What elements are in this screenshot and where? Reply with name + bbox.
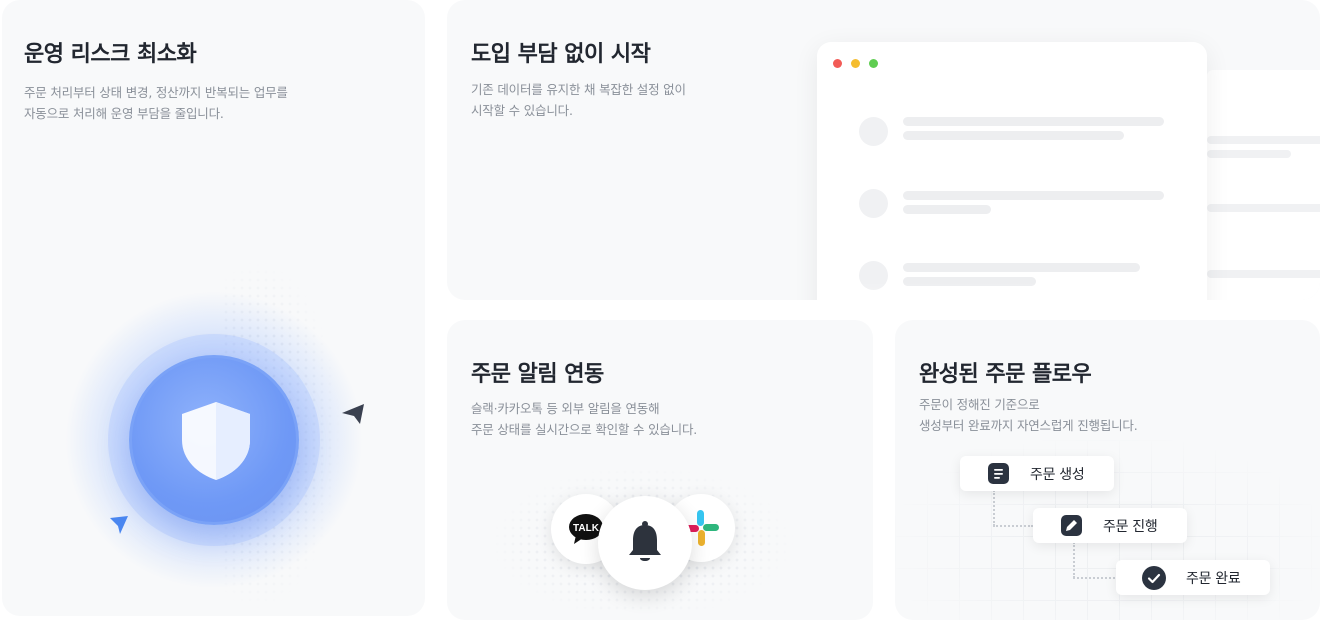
check-icon bbox=[1142, 565, 1166, 590]
risk-card: 운영 리스크 최소화 주문 처리부터 상태 변경, 정산까지 반복되는 업무를 … bbox=[2, 0, 425, 616]
flow-connector bbox=[1073, 577, 1115, 579]
risk-desc-line-1: 주문 처리부터 상태 변경, 정산까지 반복되는 업무를 bbox=[24, 85, 288, 100]
flow-step-label: 주문 생성 bbox=[1030, 466, 1085, 483]
notify-card-title: 주문 알림 연동 bbox=[471, 362, 604, 387]
flow-card: 완성된 주문 플로우 주문이 정해진 기준으로 생성부터 완료까지 자연스럽게 … bbox=[895, 320, 1320, 620]
flow-step-create: 주문 생성 bbox=[960, 456, 1114, 491]
start-desc-line-1: 기존 데이터를 유지한 채 복잡한 설정 없이 bbox=[471, 82, 686, 97]
list-item-line bbox=[903, 263, 1140, 272]
flow-card-description: 주문이 정해진 기준으로 생성부터 완료까지 자연스럽게 진행됩니다. bbox=[919, 394, 1219, 436]
flow-connector bbox=[1073, 542, 1075, 578]
bell-bubble bbox=[598, 496, 692, 590]
list-item-line bbox=[903, 205, 991, 214]
list-item-line bbox=[903, 191, 1164, 200]
kakaotalk-badge-text: TALK bbox=[573, 523, 600, 534]
flow-step-label: 주문 완료 bbox=[1186, 570, 1241, 587]
background-window bbox=[1207, 70, 1320, 300]
window-minimize-dot bbox=[851, 59, 860, 68]
flow-connector bbox=[993, 490, 995, 526]
flow-step-label: 주문 진행 bbox=[1103, 518, 1158, 535]
notify-card-description: 슬랙·카카오톡 등 외부 알림을 연동해 주문 상태를 실시간으로 확인할 수 … bbox=[471, 398, 771, 440]
notify-desc-line-2: 주문 상태를 실시간으로 확인할 수 있습니다. bbox=[471, 422, 698, 437]
document-icon bbox=[988, 463, 1009, 484]
cursor-dark-icon bbox=[342, 404, 364, 424]
start-card-description: 기존 데이터를 유지한 채 복잡한 설정 없이 시작할 수 있습니다. bbox=[471, 79, 771, 121]
list-item-line bbox=[903, 131, 1124, 140]
flow-card-title: 완성된 주문 플로우 bbox=[919, 362, 1092, 387]
flow-desc-line-1: 주문이 정해진 기준으로 bbox=[919, 397, 1040, 412]
flow-desc-line-2: 생성부터 완료까지 자연스럽게 진행됩니다. bbox=[919, 418, 1138, 433]
shield-icon bbox=[182, 402, 250, 480]
notify-card: 주문 알림 연동 슬랙·카카오톡 등 외부 알림을 연동해 주문 상태를 실시간… bbox=[447, 320, 873, 620]
shield-badge bbox=[129, 355, 299, 525]
pencil-icon bbox=[1061, 515, 1082, 536]
start-desc-line-2: 시작할 수 있습니다. bbox=[471, 103, 573, 118]
flow-step-complete: 주문 완료 bbox=[1116, 560, 1270, 595]
cursor-blue-icon bbox=[110, 516, 128, 534]
app-window-mockup bbox=[817, 42, 1207, 300]
flow-step-progress: 주문 진행 bbox=[1033, 508, 1187, 543]
risk-card-title: 운영 리스크 최소화 bbox=[24, 42, 197, 67]
list-item-avatar bbox=[859, 189, 888, 218]
bell-icon bbox=[629, 521, 661, 561]
list-item-avatar bbox=[859, 117, 888, 146]
window-close-dot bbox=[833, 59, 842, 68]
risk-card-description: 주문 처리부터 상태 변경, 정산까지 반복되는 업무를 자동으로 처리해 운영… bbox=[24, 82, 354, 124]
list-item-line bbox=[903, 117, 1164, 126]
flow-connector bbox=[993, 525, 1033, 527]
notify-desc-line-1: 슬랙·카카오톡 등 외부 알림을 연동해 bbox=[471, 401, 660, 416]
window-fade bbox=[817, 282, 1207, 300]
window-maximize-dot bbox=[869, 59, 878, 68]
risk-desc-line-2: 자동으로 처리해 운영 부담을 줄입니다. bbox=[24, 106, 224, 121]
start-card-title: 도입 부담 없이 시작 bbox=[471, 42, 651, 67]
start-card: 도입 부담 없이 시작 기존 데이터를 유지한 채 복잡한 설정 없이 시작할 … bbox=[447, 0, 1320, 300]
